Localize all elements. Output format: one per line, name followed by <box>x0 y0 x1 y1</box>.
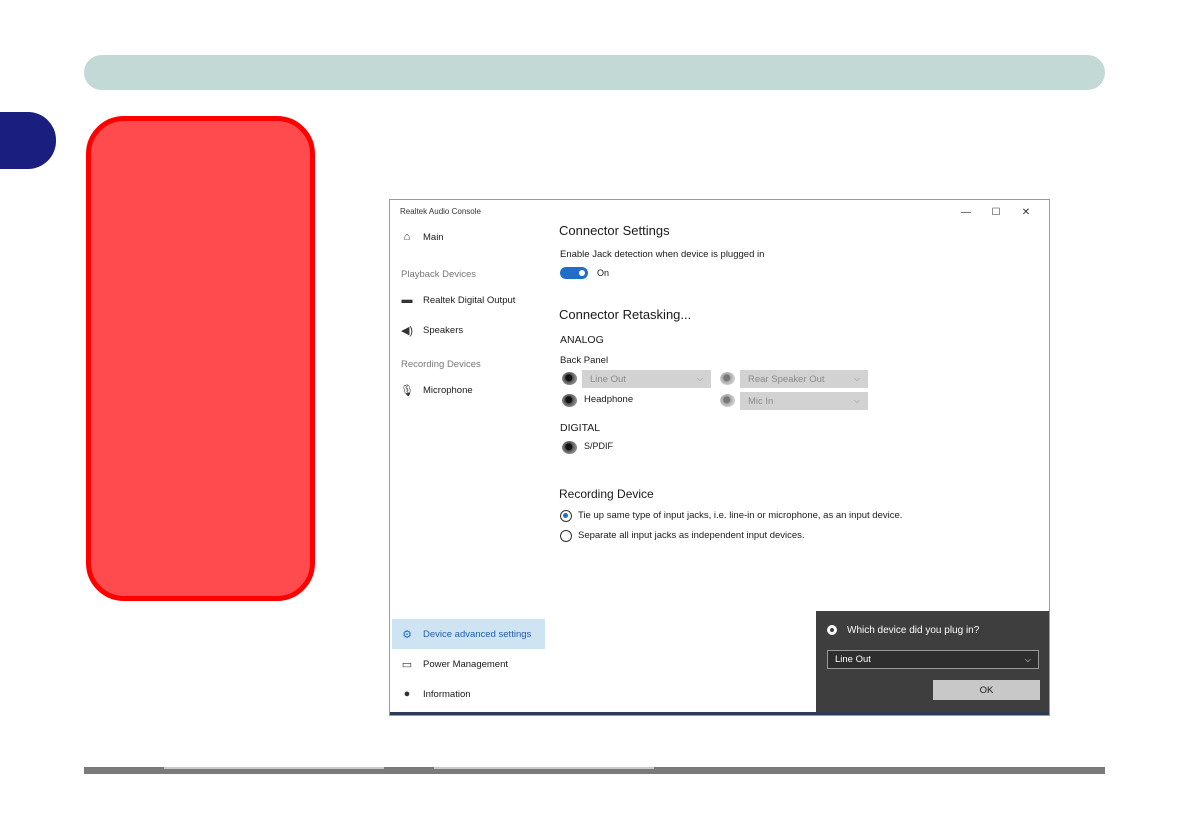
mic-in-select[interactable]: Mic In ⌵ <box>740 392 868 410</box>
jack-detection-toggle[interactable] <box>560 267 588 279</box>
sidebar-item-label: Realtek Digital Output <box>423 294 516 306</box>
chevron-down-icon: ⌵ <box>853 374 860 383</box>
line-out-select[interactable]: Line Out ⌵ <box>582 370 711 388</box>
sidebar-item-realtek-digital-output[interactable]: ▬ Realtek Digital Output <box>400 292 516 308</box>
recording-device-heading: Recording Device <box>559 487 654 501</box>
chevron-down-icon: ⌵ <box>853 396 860 405</box>
rear-speaker-jack-icon <box>720 372 735 385</box>
window-title: Realtek Audio Console <box>400 207 481 216</box>
page-header-bar <box>84 55 1105 90</box>
ok-button[interactable]: OK <box>933 680 1040 700</box>
device-plugged-popup: Which device did you plug in? Line Out ⌵… <box>816 611 1049 715</box>
playback-devices-heading: Playback Devices <box>401 269 476 280</box>
minimize-button[interactable]: — <box>951 203 981 221</box>
maximize-button[interactable]: ☐ <box>981 203 1011 221</box>
recording-devices-heading: Recording Devices <box>401 359 481 370</box>
realtek-audio-console-window: Realtek Audio Console — ☐ ✕ ⌂ Main Playb… <box>389 199 1050 716</box>
microphone-icon: 🎙 <box>400 384 414 397</box>
home-icon: ⌂ <box>403 231 411 243</box>
chevron-down-icon: ⌵ <box>1024 654 1031 664</box>
tie-up-inputs-label: Tie up same type of input jacks, i.e. li… <box>578 510 903 521</box>
window-bottom-edge <box>390 712 1049 715</box>
audio-jack-icon <box>827 625 837 635</box>
select-value: Line Out <box>835 654 871 665</box>
close-button[interactable]: ✕ <box>1011 203 1041 221</box>
digital-label: DIGITAL <box>560 422 601 434</box>
speaker-icon: ◀) <box>400 324 414 337</box>
sidebar-item-label: Device advanced settings <box>423 628 532 640</box>
sidebar-item-label: Main <box>423 231 444 243</box>
popup-title: Which device did you plug in? <box>847 625 980 636</box>
rear-speaker-select[interactable]: Rear Speaker Out ⌵ <box>740 370 868 388</box>
connector-retasking-heading: Connector Retasking... <box>559 307 692 322</box>
select-value: Rear Speaker Out <box>748 373 825 385</box>
jack-detection-label: Enable Jack detection when device is plu… <box>560 249 765 260</box>
chapter-tab <box>0 112 56 169</box>
line-out-jack-icon <box>562 372 577 385</box>
sidebar-item-main[interactable]: ⌂ Main <box>400 229 444 245</box>
toggle-state-label: On <box>597 268 610 278</box>
sidebar-item-label: Microphone <box>423 384 473 396</box>
info-icon: ● <box>403 688 411 700</box>
window-controls: — ☐ ✕ <box>951 203 1041 221</box>
mic-in-jack-icon <box>720 394 735 407</box>
plugged-device-select[interactable]: Line Out ⌵ <box>827 650 1039 669</box>
spdif-jack-icon <box>562 441 577 454</box>
connector-settings-heading: Connector Settings <box>559 223 670 238</box>
separate-inputs-radio[interactable] <box>560 530 572 542</box>
headphone-label: Headphone <box>584 394 634 405</box>
sidebar-item-power-management[interactable]: ▭ Power Management <box>400 656 508 672</box>
tie-up-inputs-radio[interactable] <box>560 510 572 522</box>
sidebar-item-speakers[interactable]: ◀) Speakers <box>400 322 463 338</box>
chevron-down-icon: ⌵ <box>696 374 703 383</box>
select-value: Mic In <box>748 395 774 407</box>
sidebar-item-microphone[interactable]: 🎙 Microphone <box>400 382 473 398</box>
sidebar-item-label: Information <box>423 688 471 700</box>
back-panel-label: Back Panel <box>560 355 609 366</box>
separate-inputs-label: Separate all input jacks as independent … <box>578 530 805 541</box>
headphone-jack-icon <box>562 394 577 407</box>
digital-output-icon: ▬ <box>401 294 413 306</box>
spdif-label: S/PDIF <box>584 441 614 451</box>
sidebar-item-label: Speakers <box>423 324 464 336</box>
footer-rule <box>84 767 1105 774</box>
sidebar-item-device-advanced-settings[interactable]: ⚙ Device advanced settings <box>392 619 545 649</box>
red-sidebar-panel <box>86 116 315 601</box>
sidebar-item-information[interactable]: ● Information <box>400 686 471 702</box>
select-value: Line Out <box>590 373 626 385</box>
analog-label: ANALOG <box>560 334 604 346</box>
gear-icon: ⚙ <box>402 628 412 641</box>
battery-icon: ▭ <box>401 658 413 671</box>
sidebar-item-label: Power Management <box>423 658 509 670</box>
